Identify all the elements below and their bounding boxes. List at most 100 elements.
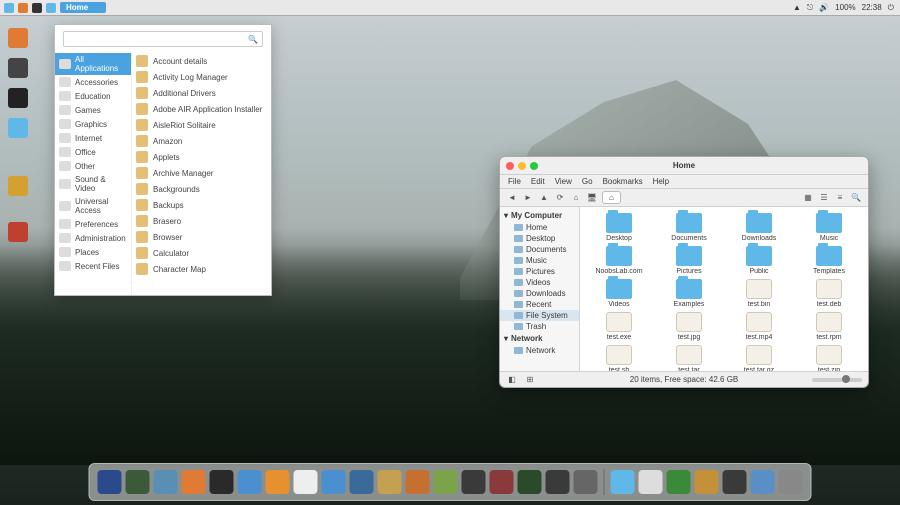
category-item[interactable]: Accessories: [55, 75, 131, 89]
tree-toggle-icon[interactable]: ⊞: [524, 374, 536, 386]
menu-edit[interactable]: Edit: [531, 177, 545, 186]
file-item[interactable]: test.bin: [724, 279, 794, 308]
dock-app-icon[interactable]: [322, 470, 346, 494]
dock-app-icon[interactable]: [350, 470, 374, 494]
panel-window-title[interactable]: Home: [60, 2, 106, 13]
dock-app-icon[interactable]: [695, 470, 719, 494]
menu-help[interactable]: Help: [653, 177, 669, 186]
sidebar-item[interactable]: Pictures: [500, 266, 579, 277]
file-item[interactable]: test.tar.gz: [724, 345, 794, 371]
dock-app-icon[interactable]: [639, 470, 663, 494]
app-item[interactable]: Backups: [132, 197, 271, 213]
menu-file[interactable]: File: [508, 177, 521, 186]
view-compact-icon[interactable]: ≡: [834, 192, 846, 204]
category-item[interactable]: Preferences: [55, 217, 131, 231]
panel-files-icon[interactable]: [46, 3, 56, 13]
reload-icon[interactable]: ⟳: [554, 192, 566, 204]
app-item[interactable]: Account details: [132, 53, 271, 69]
category-item[interactable]: Sound & Video: [55, 173, 131, 195]
menu-go[interactable]: Go: [582, 177, 593, 186]
launcher-files-icon[interactable]: [8, 118, 28, 138]
sidebar-item[interactable]: Music: [500, 255, 579, 266]
sidebar-heading[interactable]: ▾Network: [500, 332, 579, 345]
app-item[interactable]: Browser: [132, 229, 271, 245]
file-item[interactable]: test.sh: [584, 345, 654, 371]
dock-app-icon[interactable]: [546, 470, 570, 494]
dock-app-icon[interactable]: [406, 470, 430, 494]
category-item[interactable]: Recent Files: [55, 259, 131, 273]
path-button[interactable]: ⌂: [602, 191, 621, 204]
file-item[interactable]: Music: [794, 213, 864, 242]
sidebar-item[interactable]: Network: [500, 345, 579, 356]
app-item[interactable]: Calculator: [132, 245, 271, 261]
file-item[interactable]: test.mp4: [724, 312, 794, 341]
category-item[interactable]: Office: [55, 145, 131, 159]
dock-app-icon[interactable]: [667, 470, 691, 494]
file-item[interactable]: NoobsLab.com: [584, 246, 654, 275]
up-icon[interactable]: ▲: [538, 192, 550, 204]
sidebar-item[interactable]: Desktop: [500, 233, 579, 244]
appmenu-search[interactable]: 🔍: [63, 31, 263, 47]
launcher-firefox-icon[interactable]: [8, 28, 28, 48]
dock-app-icon[interactable]: [378, 470, 402, 494]
file-item[interactable]: Downloads: [724, 213, 794, 242]
launcher-app2-icon[interactable]: [8, 176, 28, 196]
view-icons-icon[interactable]: ▦: [802, 192, 814, 204]
launcher-power-icon[interactable]: [8, 222, 28, 242]
network-icon[interactable]: ⎋: [807, 3, 813, 13]
maximize-icon[interactable]: [530, 162, 538, 170]
app-item[interactable]: Adobe AIR Application Installer: [132, 101, 271, 117]
file-item[interactable]: test.exe: [584, 312, 654, 341]
clock[interactable]: 22:38: [862, 3, 882, 12]
forward-icon[interactable]: ►: [522, 192, 534, 204]
app-item[interactable]: Additional Drivers: [132, 85, 271, 101]
app-item[interactable]: Activity Log Manager: [132, 69, 271, 85]
appmenu-search-input[interactable]: [68, 35, 248, 44]
sidebar-heading[interactable]: ▾My Computer: [500, 209, 579, 222]
sidebar-item[interactable]: Home: [500, 222, 579, 233]
fm-content[interactable]: DesktopDocumentsDownloadsMusicNoobsLab.c…: [580, 207, 868, 371]
sidebar-item[interactable]: File System: [500, 310, 579, 321]
category-item[interactable]: Other: [55, 159, 131, 173]
launcher-terminal-icon[interactable]: [8, 88, 28, 108]
view-list-icon[interactable]: ☰: [818, 192, 830, 204]
dock-app-icon[interactable]: [126, 470, 150, 494]
dock-app-icon[interactable]: [611, 470, 635, 494]
dock-app-icon[interactable]: [462, 470, 486, 494]
pane-toggle-icon[interactable]: ◧: [506, 374, 518, 386]
file-item[interactable]: test.deb: [794, 279, 864, 308]
dock-app-icon[interactable]: [723, 470, 747, 494]
app-item[interactable]: Archive Manager: [132, 165, 271, 181]
menu-bookmarks[interactable]: Bookmarks: [603, 177, 643, 186]
dock-app-icon[interactable]: [154, 470, 178, 494]
sidebar-item[interactable]: Downloads: [500, 288, 579, 299]
app-item[interactable]: Amazon: [132, 133, 271, 149]
file-item[interactable]: Examples: [654, 279, 724, 308]
file-item[interactable]: test.rpm: [794, 312, 864, 341]
dock-app-icon[interactable]: [238, 470, 262, 494]
dock-app-icon[interactable]: [210, 470, 234, 494]
dock-app-icon[interactable]: [779, 470, 803, 494]
file-item[interactable]: test.zip: [794, 345, 864, 371]
session-icon[interactable]: ⏻: [888, 3, 894, 13]
dock-app-icon[interactable]: [490, 470, 514, 494]
user-icon[interactable]: ▲: [793, 3, 801, 12]
file-item[interactable]: Videos: [584, 279, 654, 308]
category-item[interactable]: All Applications: [55, 53, 131, 75]
dock-app-icon[interactable]: [751, 470, 775, 494]
file-item[interactable]: test.jpg: [654, 312, 724, 341]
volume-icon[interactable]: 🔊: [819, 3, 829, 12]
sidebar-item[interactable]: Recent: [500, 299, 579, 310]
app-item[interactable]: Applets: [132, 149, 271, 165]
panel-menu-icon[interactable]: [4, 3, 14, 13]
file-item[interactable]: Templates: [794, 246, 864, 275]
dock-app-icon[interactable]: [266, 470, 290, 494]
computer-icon[interactable]: 🖥: [586, 192, 598, 204]
fm-titlebar[interactable]: Home: [500, 157, 868, 175]
back-icon[interactable]: ◄: [506, 192, 518, 204]
sidebar-item[interactable]: Videos: [500, 277, 579, 288]
minimize-icon[interactable]: [518, 162, 526, 170]
launcher-app-icon[interactable]: [8, 58, 28, 78]
file-item[interactable]: Pictures: [654, 246, 724, 275]
dock-app-icon[interactable]: [294, 470, 318, 494]
